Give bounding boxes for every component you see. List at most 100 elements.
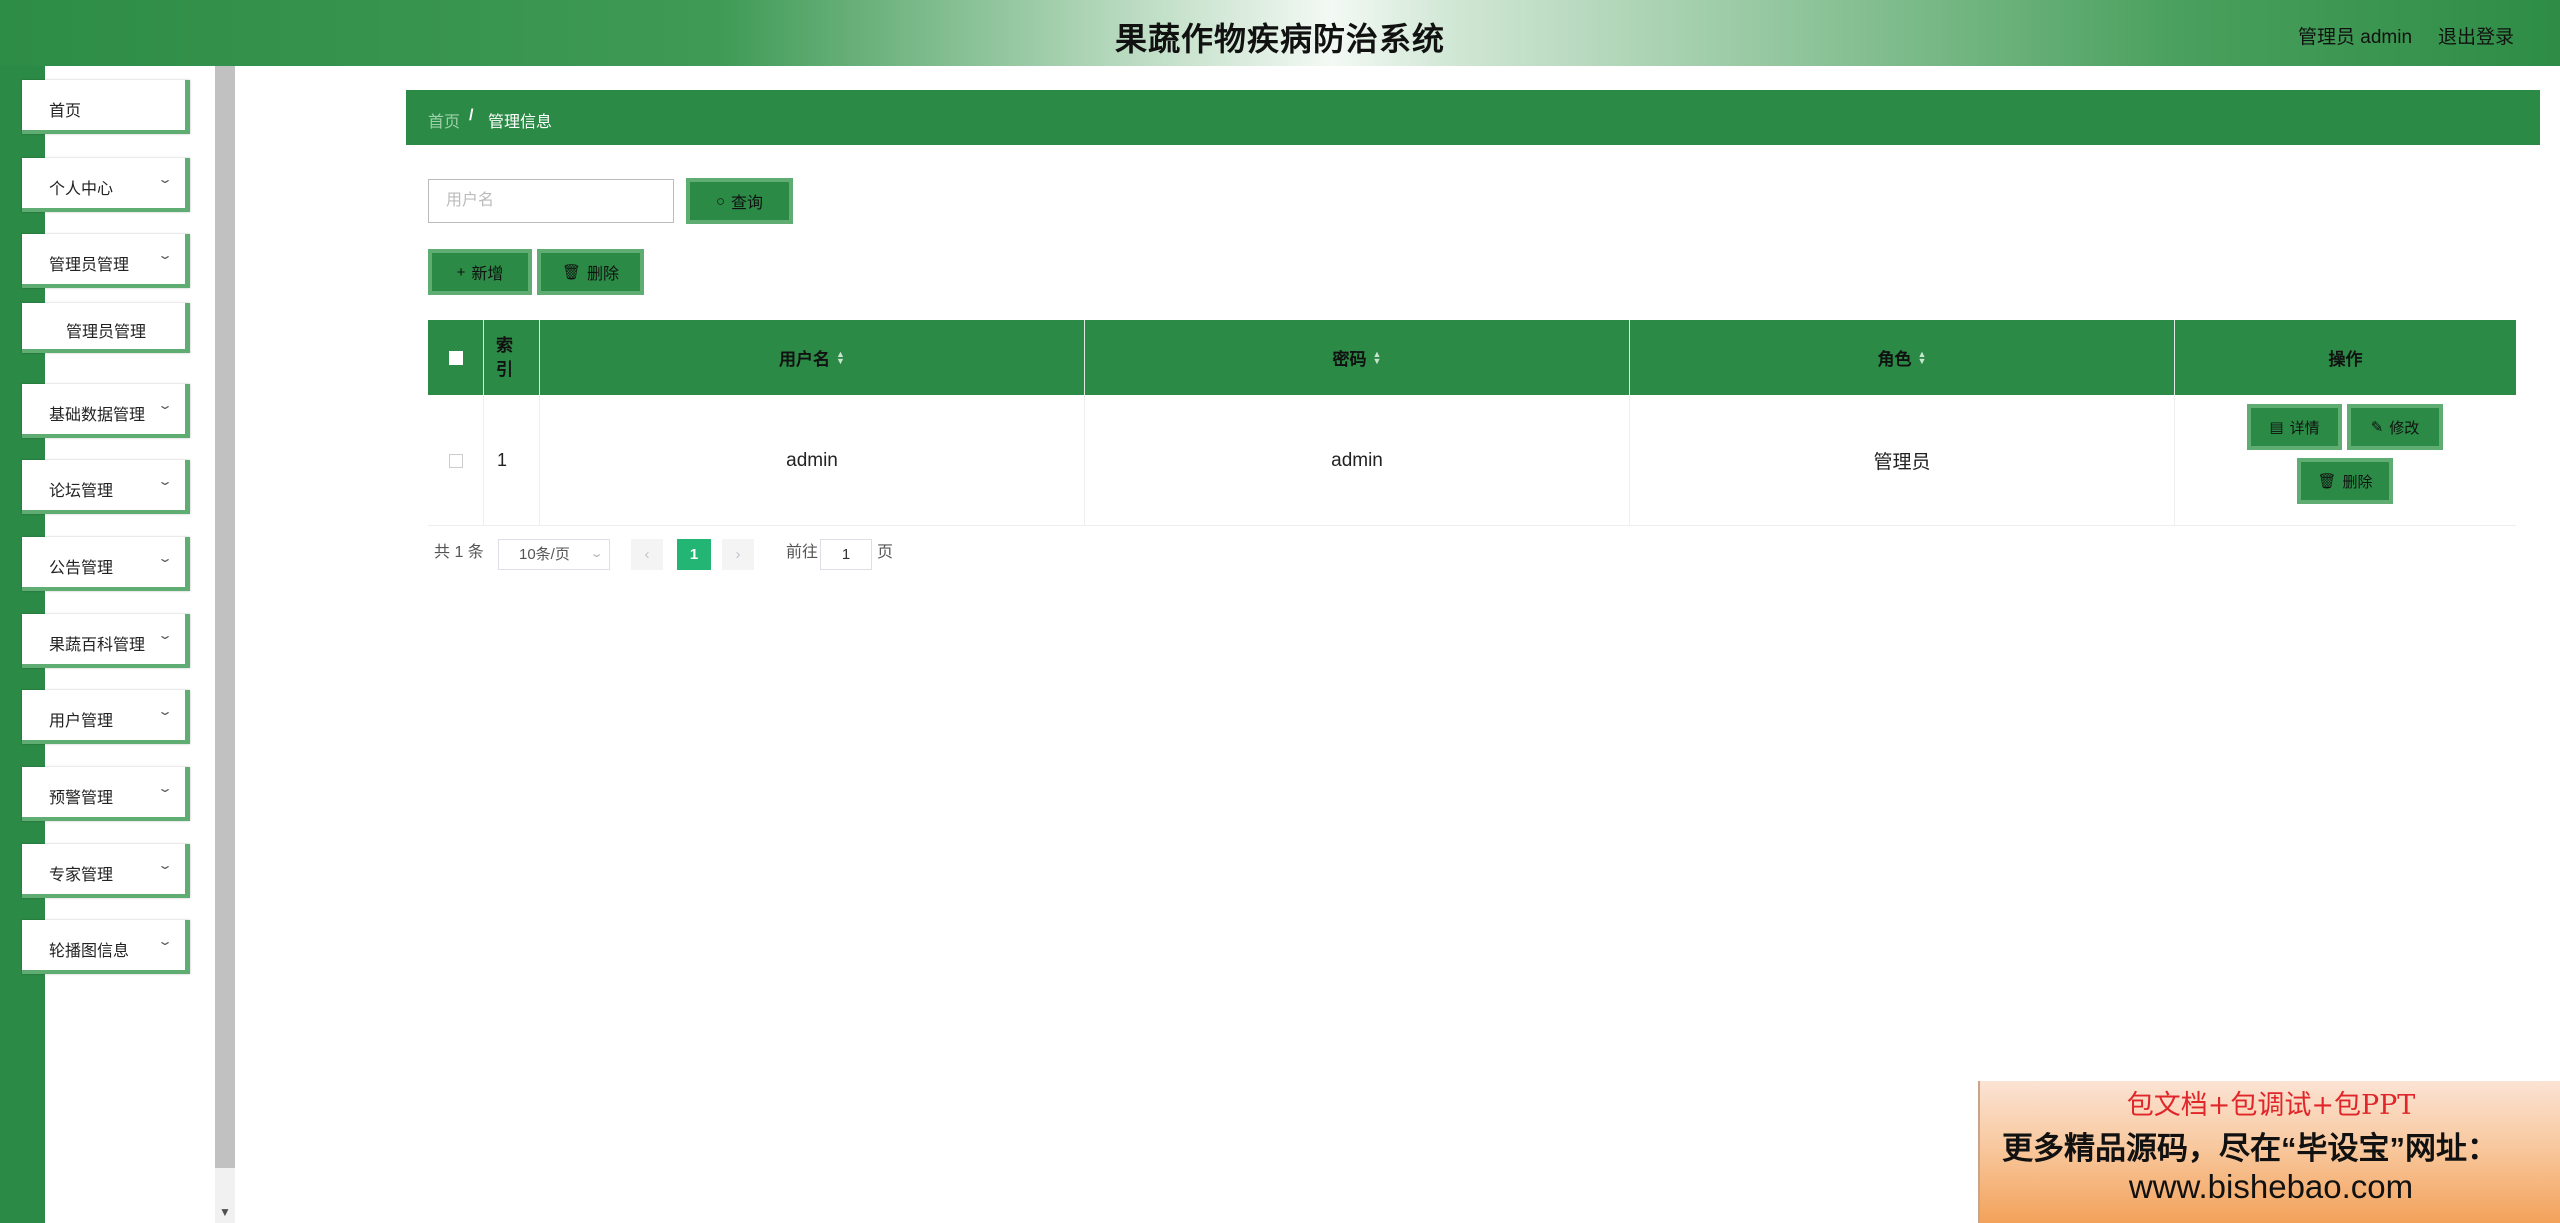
chevron-down-icon: ⌄: [156, 858, 174, 872]
chevron-down-icon: ⌄: [156, 934, 174, 948]
breadcrumb-current: 管理信息: [488, 114, 553, 131]
chevron-down-icon: ⌄: [156, 551, 174, 565]
chevron-right-icon: ›: [735, 546, 741, 563]
column-header-role[interactable]: 角色 ▲ ▼: [1630, 320, 2175, 395]
trash-icon: 🗑: [2317, 473, 2337, 490]
chevron-down-icon: ⌄: [156, 781, 174, 795]
column-header-actions: 操作: [2175, 320, 2516, 395]
row-checkbox[interactable]: [448, 453, 463, 468]
edit-button-label: 修改: [2389, 419, 2420, 437]
search-icon: ○: [715, 192, 726, 210]
sort-icon[interactable]: ▲ ▼: [1918, 349, 1927, 365]
sidebar-item-forum[interactable]: 论坛管理 ⌄: [22, 460, 190, 514]
sidebar-scrollbar[interactable]: ▼: [215, 66, 235, 1223]
sidebar-item-label: 预警管理: [49, 790, 114, 807]
page-number-current[interactable]: 1: [677, 539, 711, 570]
chevron-down-icon: ⌄: [156, 704, 174, 718]
goto-page-input[interactable]: [820, 539, 872, 570]
promo-line-2: 更多精品源码，尽在“毕设宝”网址：: [2002, 1131, 2498, 1166]
sidebar-item-carousel[interactable]: 轮播图信息 ⌄: [22, 920, 190, 974]
logout-link[interactable]: 退出登录: [2438, 22, 2514, 49]
select-all-cell: [428, 320, 484, 395]
row-index: 1: [484, 395, 540, 526]
breadcrumb-separator: /: [469, 107, 474, 124]
sidebar-item-basic-data[interactable]: 基础数据管理 ⌄: [22, 384, 190, 438]
plus-icon: +: [456, 263, 466, 281]
add-button[interactable]: + 新增: [428, 249, 532, 295]
sidebar-item-warnings[interactable]: 预警管理 ⌄: [22, 767, 190, 821]
column-header-username[interactable]: 用户名 ▲ ▼: [540, 320, 1085, 395]
sidebar-item-experts[interactable]: 专家管理 ⌄: [22, 844, 190, 898]
sidebar-item-label: 基础数据管理: [49, 407, 146, 424]
top-header: 果蔬作物疾病防治系统 管理员 admin 退出登录: [0, 0, 2560, 66]
sort-icon[interactable]: ▲ ▼: [836, 349, 845, 365]
current-user-label: 管理员 admin: [2298, 27, 2413, 48]
sidebar-item-personal-center[interactable]: 个人中心 ⌄: [22, 158, 190, 212]
table-header: 索引 用户名 ▲ ▼ 密码 ▲ ▼ 角色 ▲ ▼ 操作: [428, 320, 2516, 395]
page-size-select[interactable]: 10条/页 ⌄: [498, 539, 610, 570]
row-select-cell: [428, 395, 484, 526]
search-input[interactable]: [428, 179, 674, 223]
pagination-total: 共 1 条: [434, 544, 484, 561]
batch-delete-button-label: 删除: [587, 266, 620, 283]
chevron-left-icon: ‹: [644, 546, 650, 563]
sidebar-item-label: 个人中心: [49, 181, 114, 198]
search-button[interactable]: ○ 查询: [686, 178, 793, 224]
edit-icon: ✎: [2370, 419, 2384, 436]
add-button-label: 新增: [471, 266, 504, 283]
search-button-label: 查询: [731, 195, 764, 212]
chevron-down-icon: ⌄: [156, 172, 174, 186]
column-header-password[interactable]: 密码 ▲ ▼: [1085, 320, 1630, 395]
detail-button[interactable]: ▤ 详情: [2247, 404, 2342, 450]
sidebar-item-label: 首页: [49, 103, 82, 120]
chevron-down-icon: ⌄: [156, 628, 174, 642]
sidebar-item-users[interactable]: 用户管理 ⌄: [22, 690, 190, 744]
chevron-down-icon: ⌄: [156, 398, 174, 412]
sidebar-item-label: 论坛管理: [49, 483, 114, 500]
next-page-button[interactable]: ›: [722, 539, 754, 570]
batch-delete-button[interactable]: 🗑 删除: [537, 249, 644, 295]
sidebar-item-label: 专家管理: [49, 867, 114, 884]
sidebar-subitem-admin-management[interactable]: 管理员管理: [22, 303, 190, 353]
sidebar-item-label: 用户管理: [49, 713, 114, 730]
page-size-value: 10条/页: [519, 546, 570, 563]
prev-page-button[interactable]: ‹: [631, 539, 663, 570]
column-header-index-label: 索引: [496, 335, 513, 379]
promo-url: www.bishebao.com: [2128, 1168, 2414, 1205]
row-actions: ▤ 详情 ✎ 修改 🗑 删除: [2175, 395, 2516, 526]
sort-icon[interactable]: ▲ ▼: [1373, 349, 1382, 365]
chevron-down-icon: ⌄: [156, 474, 174, 488]
sidebar-item-label: 公告管理: [49, 560, 114, 577]
column-header-username-label: 用户名: [779, 350, 831, 369]
page-suffix: 页: [877, 544, 894, 561]
scroll-down-arrow-icon[interactable]: ▼: [215, 1201, 235, 1223]
sidebar-item-home[interactable]: 首页: [22, 80, 190, 134]
table-row: 1 admin admin 管理员 ▤ 详情 ✎ 修改 🗑 删除: [428, 395, 2516, 526]
chevron-down-icon: ⌄: [156, 248, 174, 262]
breadcrumb-home[interactable]: 首页: [428, 108, 460, 132]
row-username: admin: [540, 395, 1085, 526]
sidebar-item-announcements[interactable]: 公告管理 ⌄: [22, 537, 190, 591]
row-password: admin: [1085, 395, 1630, 526]
row-role: 管理员: [1630, 395, 2175, 526]
edit-button[interactable]: ✎ 修改: [2347, 404, 2443, 450]
column-header-password-label: 密码: [1332, 350, 1367, 369]
breadcrumb: 首页 / 管理信息: [406, 90, 2540, 145]
sidebar-item-admin-management[interactable]: 管理员管理 ⌄: [22, 234, 190, 288]
column-header-role-label: 角色: [1877, 350, 1912, 369]
row-delete-button-label: 删除: [2342, 473, 2373, 491]
promo-line-1: 包文档+包调试+包PPT: [2126, 1090, 2416, 1121]
trash-icon: 🗑: [561, 264, 582, 281]
detail-button-label: 详情: [2289, 419, 2320, 437]
sidebar-item-label: 轮播图信息: [49, 943, 130, 960]
sidebar-item-encyclopedia[interactable]: 果蔬百科管理 ⌄: [22, 614, 190, 668]
row-delete-button[interactable]: 🗑 删除: [2297, 458, 2393, 504]
sidebar-item-label: 管理员管理: [49, 257, 130, 274]
goto-label: 前往: [786, 544, 819, 561]
scrollbar-thumb[interactable]: [215, 66, 235, 1168]
select-all-checkbox[interactable]: [448, 350, 463, 365]
sidebar-item-label: 果蔬百科管理: [49, 637, 146, 654]
document-icon: ▤: [2269, 419, 2284, 436]
sidebar-subitem-label: 管理员管理: [66, 324, 147, 341]
app-title: 果蔬作物疾病防治系统: [1114, 21, 1445, 57]
